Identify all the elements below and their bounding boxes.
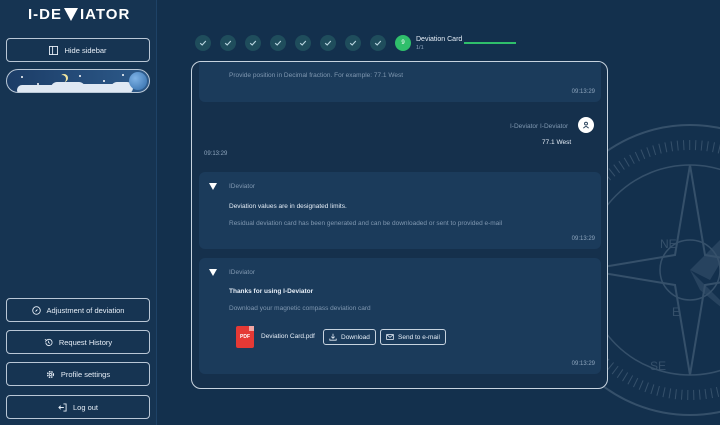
user-avatar: [578, 117, 594, 133]
compass-icon: [31, 305, 41, 315]
download-label: Download: [341, 333, 370, 341]
step-completed: [270, 35, 286, 51]
step-completed: [370, 35, 386, 51]
bot-message: IDeviator Thanks for using I-Deviator Do…: [199, 258, 601, 374]
progress-stepper: 9: [195, 35, 411, 51]
step-completed: [220, 35, 236, 51]
message-time: 09:13:29: [571, 361, 595, 367]
check-icon: [374, 40, 382, 46]
history-icon: [44, 338, 53, 346]
check-icon: [199, 40, 207, 46]
app-logo: I-DE IATOR: [28, 6, 130, 23]
step-completed: [345, 35, 361, 51]
logo-text-right: IATOR: [80, 6, 131, 23]
message-text: Thanks for using I-Deviator: [229, 288, 314, 295]
menu-label: Adjustment of deviation: [46, 305, 125, 315]
message-text: Download your magnetic compass deviation…: [229, 305, 371, 312]
file-name: Deviation Card.pdf: [261, 333, 315, 340]
sender-name: IDeviator: [229, 183, 256, 190]
message-time: 09:13:29: [204, 151, 228, 157]
ideviator-logo-icon: [209, 183, 217, 190]
check-icon: [299, 40, 307, 46]
step-completed: [295, 35, 311, 51]
user-icon: [583, 121, 589, 129]
pdf-file-icon: PDF: [236, 326, 254, 348]
bot-message: IDeviator Deviation values are in design…: [199, 172, 601, 249]
hide-sidebar-button[interactable]: Hide sidebar: [6, 38, 150, 62]
message-text: Provide position in Decimal fraction. Fo…: [229, 72, 404, 79]
download-icon: [329, 333, 337, 341]
user-message-text: 77.1 West: [542, 139, 572, 146]
compass-label: NE: [660, 237, 677, 251]
menu-label: Profile settings: [60, 369, 111, 379]
check-icon: [249, 40, 257, 46]
star-icon: [79, 75, 81, 77]
star-icon: [122, 74, 124, 76]
step-completed: [195, 35, 211, 51]
adjustment-of-deviation-button[interactable]: Adjustment of deviation: [6, 298, 150, 322]
globe-icon: [129, 72, 147, 90]
gear-icon: [46, 370, 54, 378]
request-history-button[interactable]: Request History: [6, 330, 150, 354]
logo-triangle-icon: [64, 8, 78, 21]
theme-toggle[interactable]: [6, 69, 150, 93]
logo-text-left: I-DE: [28, 6, 62, 23]
message-time: 09:13:29: [571, 236, 595, 242]
menu-label: Log out: [72, 402, 99, 412]
email-icon: [386, 334, 394, 340]
star-icon: [103, 80, 105, 82]
step-completed: [245, 35, 261, 51]
step-active: 9: [395, 35, 411, 51]
email-label: Send to e-mail: [398, 333, 440, 341]
download-button[interactable]: Download: [323, 329, 376, 345]
profile-settings-button[interactable]: Profile settings: [6, 362, 150, 386]
step-completed: [320, 35, 336, 51]
hide-sidebar-label: Hide sidebar: [64, 45, 107, 55]
active-step-subtitle: 1/1: [416, 45, 424, 51]
send-to-email-button[interactable]: Send to e-mail: [380, 329, 446, 345]
check-icon: [349, 40, 357, 46]
sidebar-icon: [49, 45, 59, 55]
menu-label: Request History: [58, 337, 113, 347]
message-text: Residual deviation card has been generat…: [229, 220, 503, 227]
compass-label: E: [672, 305, 680, 319]
message-text: Deviation values are in designated limit…: [229, 203, 347, 210]
message-time: 09:13:29: [571, 89, 595, 95]
compass-label: SE: [650, 359, 666, 373]
log-out-button[interactable]: Log out: [6, 395, 150, 419]
user-name: I-Deviator I-Deviator: [510, 123, 569, 130]
chat-panel[interactable]: Provide position in Decimal fraction. Fo…: [191, 61, 608, 389]
sidebar: I-DE IATOR Hide sidebar Adjustment of de…: [0, 0, 157, 425]
star-icon: [21, 76, 23, 78]
check-icon: [224, 40, 232, 46]
bot-message: Provide position in Decimal fraction. Fo…: [199, 62, 601, 102]
logout-icon: [58, 402, 67, 412]
check-icon: [324, 40, 332, 46]
ideviator-logo-icon: [209, 269, 217, 276]
check-icon: [274, 40, 282, 46]
active-step-title: Deviation Card: [416, 36, 463, 43]
active-step-progress-bar: [464, 42, 516, 44]
sender-name: IDeviator: [229, 269, 256, 276]
